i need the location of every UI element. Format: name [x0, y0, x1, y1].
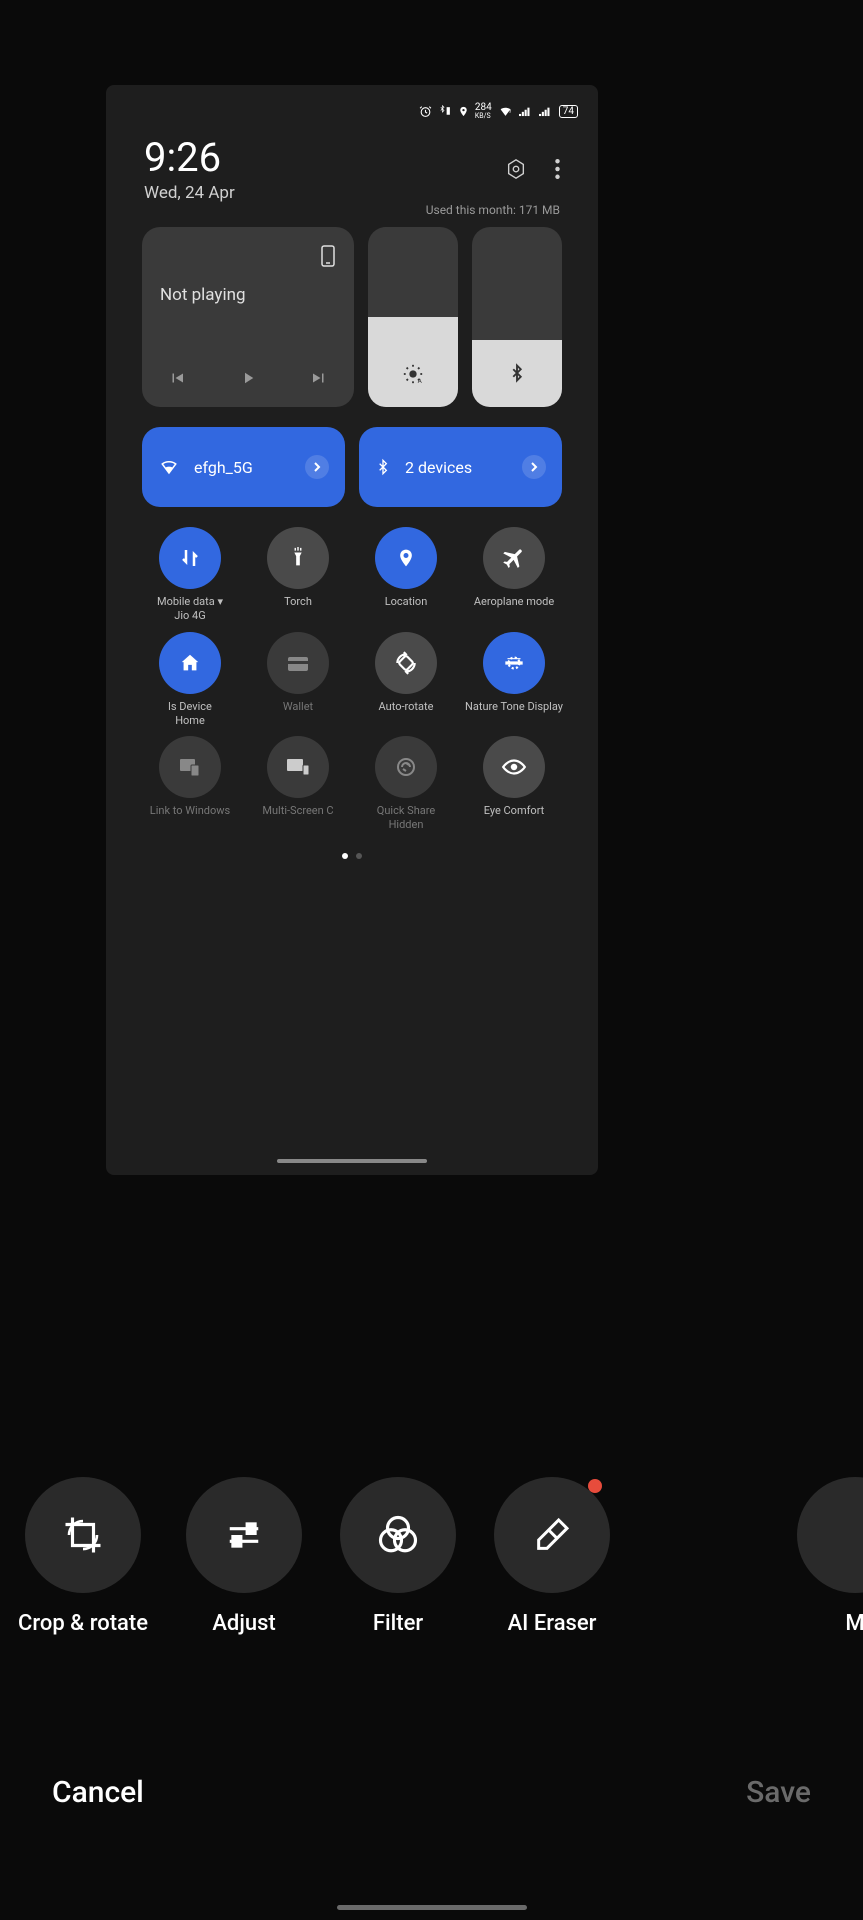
qs-tiles: Mobile data ▾Jio 4G Torch Location Aerop… — [106, 507, 598, 833]
crop-icon — [62, 1514, 104, 1556]
edit-toolbar: Crop & rotate Adjust Filter AI Eraser M — [0, 1477, 863, 1636]
play-icon[interactable] — [239, 369, 257, 387]
wifi-tile[interactable]: efgh_5G — [142, 427, 345, 507]
location-pin-icon — [458, 105, 469, 118]
clock: 9:26 — [144, 134, 505, 181]
svg-text:A: A — [418, 377, 423, 385]
tile-quick-share[interactable]: Quick ShareHidden — [354, 736, 458, 833]
tile-link-windows[interactable]: Link to Windows — [138, 736, 242, 833]
tile-multi-screen[interactable]: Multi-Screen C — [246, 736, 350, 833]
tool-ai-eraser[interactable]: AI Eraser — [494, 1477, 610, 1636]
next-icon[interactable] — [310, 369, 328, 387]
wifi-label: efgh_5G — [194, 458, 291, 477]
net-speed: 284 KB/S — [475, 103, 492, 120]
status-bar: 284 KB/S 5 74 — [106, 85, 598, 126]
data-usage: Used this month: 171 MB — [106, 203, 598, 227]
location-icon — [396, 545, 416, 571]
tile-label: Torch — [284, 595, 312, 623]
eraser-icon — [531, 1515, 573, 1555]
bottom-bar: Cancel Save — [0, 1775, 863, 1810]
tile-label: Mobile data ▾Jio 4G — [157, 595, 223, 624]
wallet-icon — [286, 653, 310, 673]
tile-device[interactable]: ls DeviceHome — [138, 632, 242, 729]
home-indicator — [277, 1159, 427, 1163]
badge-dot — [588, 1479, 602, 1493]
screenshot-preview: 284 KB/S 5 74 9:26 Wed, 24 Apr Used this… — [106, 85, 598, 1175]
tool-label: AI Eraser — [508, 1611, 597, 1636]
cancel-button[interactable]: Cancel — [52, 1775, 144, 1810]
tool-label: M — [845, 1611, 863, 1636]
bluetooth-expand-icon[interactable] — [522, 455, 546, 479]
tool-partial[interactable]: M — [797, 1477, 863, 1636]
signal-icon-1 — [519, 105, 533, 118]
tool-adjust[interactable]: Adjust — [186, 1477, 302, 1636]
volume-slider[interactable] — [472, 227, 562, 407]
airplane-icon — [501, 545, 527, 571]
tool-label: Adjust — [212, 1611, 275, 1636]
tile-label: Wallet — [283, 700, 313, 728]
tile-auto-rotate[interactable]: Auto-rotate — [354, 632, 458, 729]
tile-label: Auto-rotate — [379, 700, 434, 728]
brightness-slider[interactable]: A — [368, 227, 458, 407]
tool-label: Crop & rotate — [18, 1611, 148, 1636]
nature-icon — [501, 650, 527, 676]
filter-icon — [377, 1514, 419, 1556]
eye-icon — [501, 758, 527, 776]
tile-label: Quick ShareHidden — [377, 804, 435, 833]
alarm-icon — [419, 105, 432, 118]
share-icon — [394, 755, 418, 779]
date: Wed, 24 Apr — [144, 183, 505, 203]
tile-label: ls DeviceHome — [168, 700, 212, 729]
page-dot-1 — [342, 853, 348, 859]
link-icon — [178, 756, 202, 778]
tool-crop-rotate[interactable]: Crop & rotate — [18, 1477, 148, 1636]
bluetooth-tile[interactable]: 2 devices — [359, 427, 562, 507]
media-status: Not playing — [160, 285, 336, 305]
signal-icon-2 — [539, 105, 553, 118]
prev-icon[interactable] — [168, 369, 186, 387]
battery-indicator: 74 — [559, 105, 578, 118]
tile-label: Link to Windows — [150, 804, 230, 832]
page-indicator — [106, 833, 598, 879]
qs-header: 9:26 Wed, 24 Apr — [106, 126, 598, 203]
output-device-icon[interactable] — [320, 245, 336, 267]
tool-label: Filter — [373, 1611, 423, 1636]
tile-label: Nature Tone Display — [465, 700, 563, 728]
tile-nature-tone[interactable]: Nature Tone Display — [462, 632, 566, 729]
tile-mobile-data[interactable]: Mobile data ▾Jio 4G — [138, 527, 242, 624]
tile-location[interactable]: Location — [354, 527, 458, 624]
tile-label: Multi-Screen C — [262, 804, 333, 832]
data-icon — [178, 546, 202, 570]
tile-label: Eye Comfort — [484, 804, 545, 832]
home-icon — [179, 652, 201, 674]
settings-icon[interactable] — [505, 158, 527, 180]
gesture-bar — [337, 1905, 527, 1910]
rotate-icon — [393, 650, 419, 676]
tile-torch[interactable]: Torch — [246, 527, 350, 624]
tile-label: Aeroplane mode — [474, 595, 554, 623]
media-card[interactable]: Not playing — [142, 227, 354, 407]
tile-aeroplane[interactable]: Aeroplane mode — [462, 527, 566, 624]
bluetooth-icon — [508, 361, 526, 385]
bluetooth-icon — [375, 456, 391, 478]
multi-icon — [285, 757, 311, 777]
torch-icon — [287, 545, 309, 571]
bluetooth-battery-icon — [438, 105, 452, 118]
bluetooth-label: 2 devices — [405, 458, 508, 477]
page-dot-2 — [356, 853, 362, 859]
tile-wallet[interactable]: Wallet — [246, 632, 350, 729]
wifi-icon: 5 — [498, 105, 513, 118]
more-icon[interactable] — [555, 159, 560, 179]
tile-eye-comfort[interactable]: Eye Comfort — [462, 736, 566, 833]
wifi-expand-icon[interactable] — [305, 455, 329, 479]
wifi-icon — [158, 458, 180, 476]
save-button[interactable]: Save — [746, 1775, 811, 1810]
svg-text:5: 5 — [509, 110, 512, 115]
tile-label: Location — [385, 595, 428, 623]
brightness-icon: A — [402, 363, 424, 385]
tool-filter[interactable]: Filter — [340, 1477, 456, 1636]
sliders-icon — [223, 1516, 265, 1554]
